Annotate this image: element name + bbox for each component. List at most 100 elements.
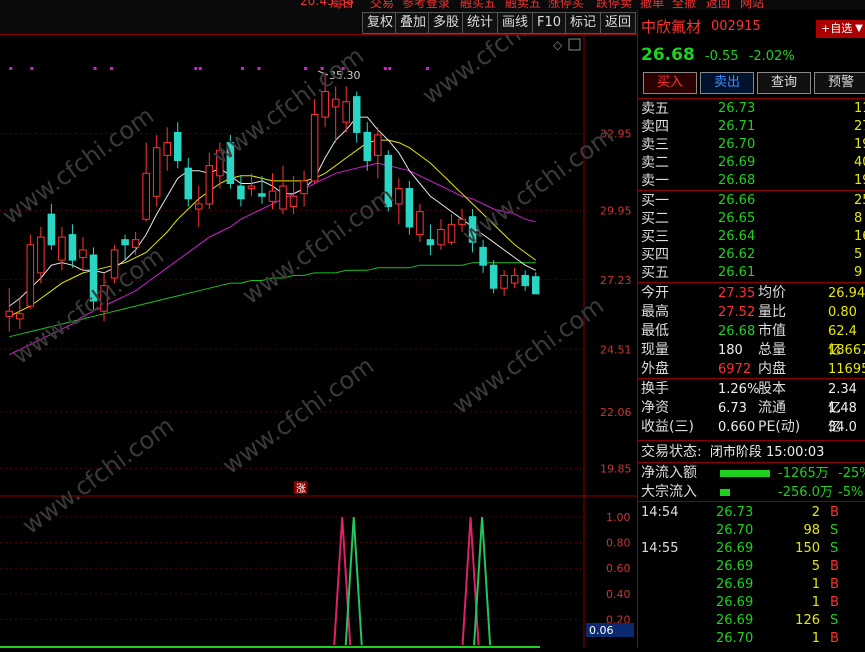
candle-up [195, 203, 203, 210]
top-link-2[interactable]: 融买五 [460, 0, 496, 10]
back-button[interactable]: 返回 [600, 12, 637, 34]
stat-label: 最低 [641, 323, 669, 339]
tick-time: 14:55 [641, 541, 679, 556]
stat-value: 180 [718, 343, 743, 358]
kline-chart[interactable]: 32.9529.9527.2324.5122.0619.85 1.000.800… [0, 0, 637, 648]
stat-value: 1.26% [718, 382, 760, 397]
tick-price: 26.69 [716, 613, 754, 628]
buy-button[interactable]: 买入 [643, 72, 697, 94]
candle-up [5, 310, 14, 317]
candle-down [531, 276, 540, 295]
kline-chart-area[interactable]: 32.95 29.95 27.23 24.51 22.06 19.85 1.00 0.80 0… [0, 0, 637, 648]
ask-label: 卖五 [641, 101, 669, 117]
top-link-4[interactable]: 涨停买 [548, 0, 584, 10]
stat-value: 26.94 [828, 286, 865, 301]
candle-up [152, 147, 161, 197]
tick-time: 14:54 [641, 505, 679, 520]
trade-status-label: 交易状态: [641, 444, 702, 460]
chart-toolbar: 复权 叠加 多股 统计 画线 F10 标记 返回 [0, 10, 637, 35]
divider [638, 378, 865, 379]
ask-volume: 11 [854, 101, 865, 116]
watermark-text: www.cfchi.com [457, 121, 619, 249]
diamond-icon[interactable]: ◇ [553, 38, 563, 52]
signal-dot [93, 67, 97, 70]
draw-line-button[interactable]: 画线 [497, 12, 534, 34]
bid-volume: 8 [854, 211, 863, 226]
flow-bar [720, 489, 730, 496]
signal-dot [425, 67, 429, 70]
stock-code: 002915 [711, 19, 761, 34]
stat-label: 内盘 [758, 361, 786, 377]
candle-up [26, 244, 35, 307]
multi-stock-button[interactable]: 多股 [428, 12, 465, 34]
tick-price: 26.69 [716, 577, 754, 592]
tick-side: S [830, 613, 839, 628]
top-link-7[interactable]: 全撤 [672, 0, 696, 10]
ask-price: 26.73 [718, 101, 756, 116]
stat-value: 34.0 [828, 420, 857, 435]
fuquan-button[interactable]: 复权 [362, 12, 399, 34]
candle-down [68, 234, 77, 261]
stat-label: 流通 [758, 400, 786, 416]
stat-label: 总量 [758, 342, 786, 358]
candle-up [268, 190, 277, 202]
sell-button[interactable]: 卖出 [700, 72, 754, 94]
top-link-8[interactable]: 返回 [706, 0, 730, 10]
candle-down [237, 185, 245, 200]
divider [638, 98, 865, 99]
candle-up [205, 165, 214, 205]
candle-down [479, 246, 487, 266]
indicator-tick-label: 0.60 [606, 562, 631, 575]
tick-price: 26.69 [716, 541, 754, 556]
candle-up [342, 101, 350, 123]
tick-volume: 98 [803, 523, 820, 538]
tick-side: S [830, 523, 839, 538]
stat-value: 0.80 [828, 305, 857, 320]
bid-price: 26.62 [718, 247, 756, 262]
signal-dot [257, 67, 261, 70]
restore-icon[interactable] [568, 38, 581, 51]
price-change: -0.55 [704, 49, 739, 64]
top-link-9[interactable]: 网站 [740, 0, 764, 10]
candle-down [405, 188, 414, 228]
bid-volume: 16 [854, 229, 865, 244]
query-button[interactable]: 查询 [757, 72, 811, 94]
candle-up [79, 249, 87, 259]
divider [638, 462, 865, 463]
statistics-button[interactable]: 统计 [462, 12, 499, 34]
candle-up [300, 180, 308, 195]
ask-price: 26.70 [718, 137, 756, 152]
overlay-button[interactable]: 叠加 [395, 12, 432, 34]
mark-button[interactable]: 标记 [565, 12, 602, 34]
dropdown-arrow-icon[interactable]: ▼ [852, 20, 865, 38]
top-link-0[interactable]: 交易 [370, 0, 394, 10]
bid-volume: 25 [854, 193, 865, 208]
top-link-6[interactable]: 撤单 [640, 0, 664, 10]
stat-label: PE(动) [758, 419, 801, 435]
alert-button[interactable]: 预警 [814, 72, 865, 94]
top-link-1[interactable]: 参考登录 [402, 0, 450, 10]
stat-label: 今开 [641, 285, 669, 301]
top-link-5[interactable]: 跌停卖 [596, 0, 632, 10]
f10-button[interactable]: F10 [532, 12, 567, 34]
bid-label: 买二 [641, 211, 669, 227]
indicator-grid: 1.000.800.600.400.20 [0, 511, 631, 626]
flow-label: 大宗流入 [641, 484, 697, 500]
bid-label: 买五 [641, 265, 669, 281]
indicator-value-text: 0.06 [589, 624, 614, 637]
flow-amount: -1265万 [778, 466, 829, 481]
tick-price: 26.69 [716, 595, 754, 610]
tick-side: S [830, 541, 839, 556]
top-link-3[interactable]: 融卖五 [505, 0, 541, 10]
ask-label: 卖一 [641, 173, 669, 189]
indicator-tick-label: 0.80 [606, 537, 631, 550]
stock-name: 中欣氟材 [641, 18, 702, 36]
divider [638, 501, 865, 502]
candle-up [279, 185, 287, 210]
candle-up [163, 142, 171, 156]
candle-down [121, 239, 129, 246]
stat-value: 27.35 [718, 286, 756, 301]
divider [638, 282, 865, 283]
bid-price: 26.61 [718, 265, 756, 280]
candle-down [489, 264, 498, 289]
